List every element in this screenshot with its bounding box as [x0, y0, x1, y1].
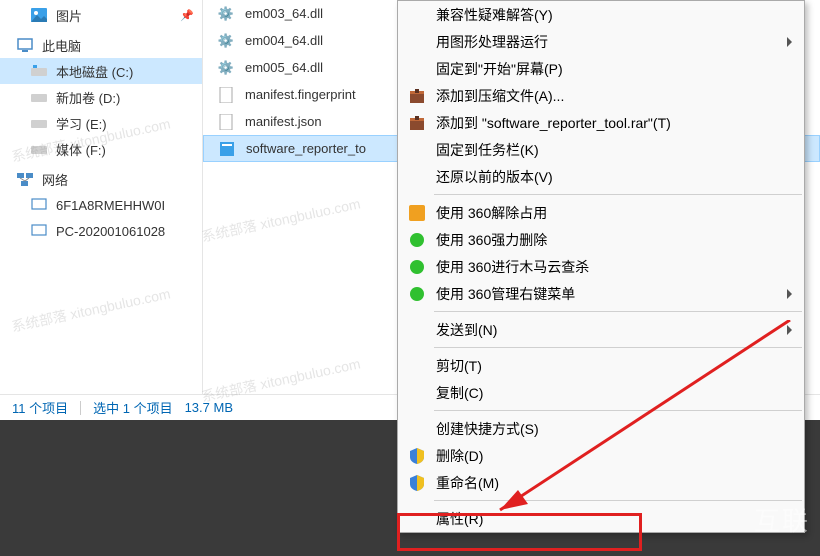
- 360-icon: [408, 204, 426, 222]
- nav-label: 媒体 (F:): [56, 140, 106, 159]
- menu-delete[interactable]: 删除(D): [398, 442, 804, 469]
- nav-network[interactable]: 网络: [0, 166, 202, 192]
- menu-label: 复制(C): [436, 383, 483, 403]
- drive-icon: [30, 114, 48, 132]
- menu-label: 使用 360强力删除: [436, 230, 547, 250]
- menu-separator: [434, 500, 802, 501]
- menu-label: 发送到(N): [436, 320, 497, 340]
- 360-icon: [408, 258, 426, 276]
- menu-label: 添加到 "software_reporter_tool.rar"(T): [436, 113, 671, 133]
- nav-drive-e[interactable]: 学习 (E:): [0, 110, 202, 136]
- file-name: software_reporter_to: [246, 141, 366, 156]
- dll-icon: ⚙️: [217, 59, 235, 77]
- menu-separator: [434, 311, 802, 312]
- drive-icon: [30, 88, 48, 106]
- logo-overlay: 互联: [754, 501, 810, 538]
- menu-label: 剪切(T): [436, 356, 482, 376]
- nav-label: 此电脑: [42, 36, 81, 55]
- menu-separator: [434, 194, 802, 195]
- menu-copy[interactable]: 复制(C): [398, 379, 804, 406]
- nav-netpc1[interactable]: 6F1A8RMEHHW0I: [0, 192, 202, 218]
- menu-label: 固定到任务栏(K): [436, 140, 539, 160]
- shield-icon: [408, 474, 426, 492]
- nav-netpc2[interactable]: PC-202001061028: [0, 218, 202, 244]
- nav-pictures[interactable]: 图片 📌: [0, 2, 202, 28]
- menu-separator: [434, 410, 802, 411]
- menu-label: 创建快捷方式(S): [436, 419, 539, 439]
- netpc-icon: [30, 196, 48, 214]
- menu-label: 使用 360管理右键菜单: [436, 284, 575, 304]
- menu-rename[interactable]: 重命名(M): [398, 469, 804, 496]
- rar-icon: [408, 87, 426, 105]
- nav-label: 6F1A8RMEHHW0I: [56, 198, 165, 213]
- menu-gpu[interactable]: 用图形处理器运行: [398, 28, 804, 55]
- navigation-panel: 图片 📌 此电脑 本地磁盘 (C:) 新加卷 (D:) 学习 (E:) 媒体 (…: [0, 0, 203, 420]
- file-name: manifest.fingerprint: [245, 87, 356, 102]
- menu-label: 使用 360解除占用: [436, 203, 547, 223]
- dll-icon: ⚙️: [217, 5, 235, 23]
- menu-sendto[interactable]: 发送到(N): [398, 316, 804, 343]
- menu-label: 使用 360进行木马云查杀: [436, 257, 589, 277]
- menu-label: 删除(D): [436, 446, 483, 466]
- thispc-icon: [16, 36, 34, 54]
- status-size: 13.7 MB: [185, 400, 233, 415]
- menu-cut[interactable]: 剪切(T): [398, 352, 804, 379]
- context-menu: 兼容性疑难解答(Y) 用图形处理器运行 固定到"开始"屏幕(P) 添加到压缩文件…: [397, 0, 805, 533]
- 360-icon: [408, 231, 426, 249]
- menu-label: 添加到压缩文件(A)...: [436, 86, 564, 106]
- pin-icon: 📌: [180, 9, 194, 22]
- nav-label: 学习 (E:): [56, 114, 107, 133]
- menu-shortcut[interactable]: 创建快捷方式(S): [398, 415, 804, 442]
- menu-pintask[interactable]: 固定到任务栏(K): [398, 136, 804, 163]
- nav-drive-c[interactable]: 本地磁盘 (C:): [0, 58, 202, 84]
- menu-label: 还原以前的版本(V): [436, 167, 553, 187]
- nav-label: PC-202001061028: [56, 224, 165, 239]
- file-name: em003_64.dll: [245, 6, 323, 21]
- menu-properties[interactable]: 属性(R): [398, 505, 804, 532]
- menu-pinstart[interactable]: 固定到"开始"屏幕(P): [398, 55, 804, 82]
- 360-icon: [408, 285, 426, 303]
- exe-icon: [218, 140, 236, 158]
- nav-label: 新加卷 (D:): [56, 88, 120, 107]
- file-icon: [217, 113, 235, 131]
- nav-label: 图片: [56, 6, 82, 25]
- menu-360-forcedel[interactable]: 使用 360强力删除: [398, 226, 804, 253]
- menu-label: 属性(R): [436, 509, 483, 529]
- menu-label: 固定到"开始"屏幕(P): [436, 59, 563, 79]
- divider: [80, 401, 81, 415]
- menu-rar-add[interactable]: 添加到压缩文件(A)...: [398, 82, 804, 109]
- menu-360-release[interactable]: 使用 360解除占用: [398, 199, 804, 226]
- menu-label: 重命名(M): [436, 473, 499, 493]
- status-count: 11 个项目: [12, 398, 68, 417]
- menu-restore[interactable]: 还原以前的版本(V): [398, 163, 804, 190]
- status-selected: 选中 1 个项目: [93, 398, 172, 417]
- drive-icon: [30, 62, 48, 80]
- dll-icon: ⚙️: [217, 32, 235, 50]
- rar-icon: [408, 114, 426, 132]
- nav-label: 本地磁盘 (C:): [56, 62, 133, 81]
- pictures-icon: [30, 6, 48, 24]
- nav-drive-f[interactable]: 媒体 (F:): [0, 136, 202, 162]
- menu-compat[interactable]: 兼容性疑难解答(Y): [398, 1, 804, 28]
- menu-360-menumgr[interactable]: 使用 360管理右键菜单: [398, 280, 804, 307]
- file-icon: [217, 86, 235, 104]
- nav-drive-d[interactable]: 新加卷 (D:): [0, 84, 202, 110]
- nav-thispc[interactable]: 此电脑: [0, 32, 202, 58]
- network-icon: [16, 170, 34, 188]
- shield-icon: [408, 447, 426, 465]
- file-name: em004_64.dll: [245, 33, 323, 48]
- menu-label: 兼容性疑难解答(Y): [436, 5, 553, 25]
- menu-360-trojan[interactable]: 使用 360进行木马云查杀: [398, 253, 804, 280]
- file-name: em005_64.dll: [245, 60, 323, 75]
- menu-rar-add2[interactable]: 添加到 "software_reporter_tool.rar"(T): [398, 109, 804, 136]
- menu-separator: [434, 347, 802, 348]
- netpc-icon: [30, 222, 48, 240]
- drive-icon: [30, 140, 48, 158]
- menu-label: 用图形处理器运行: [436, 32, 548, 52]
- file-name: manifest.json: [245, 114, 322, 129]
- nav-label: 网络: [42, 170, 68, 189]
